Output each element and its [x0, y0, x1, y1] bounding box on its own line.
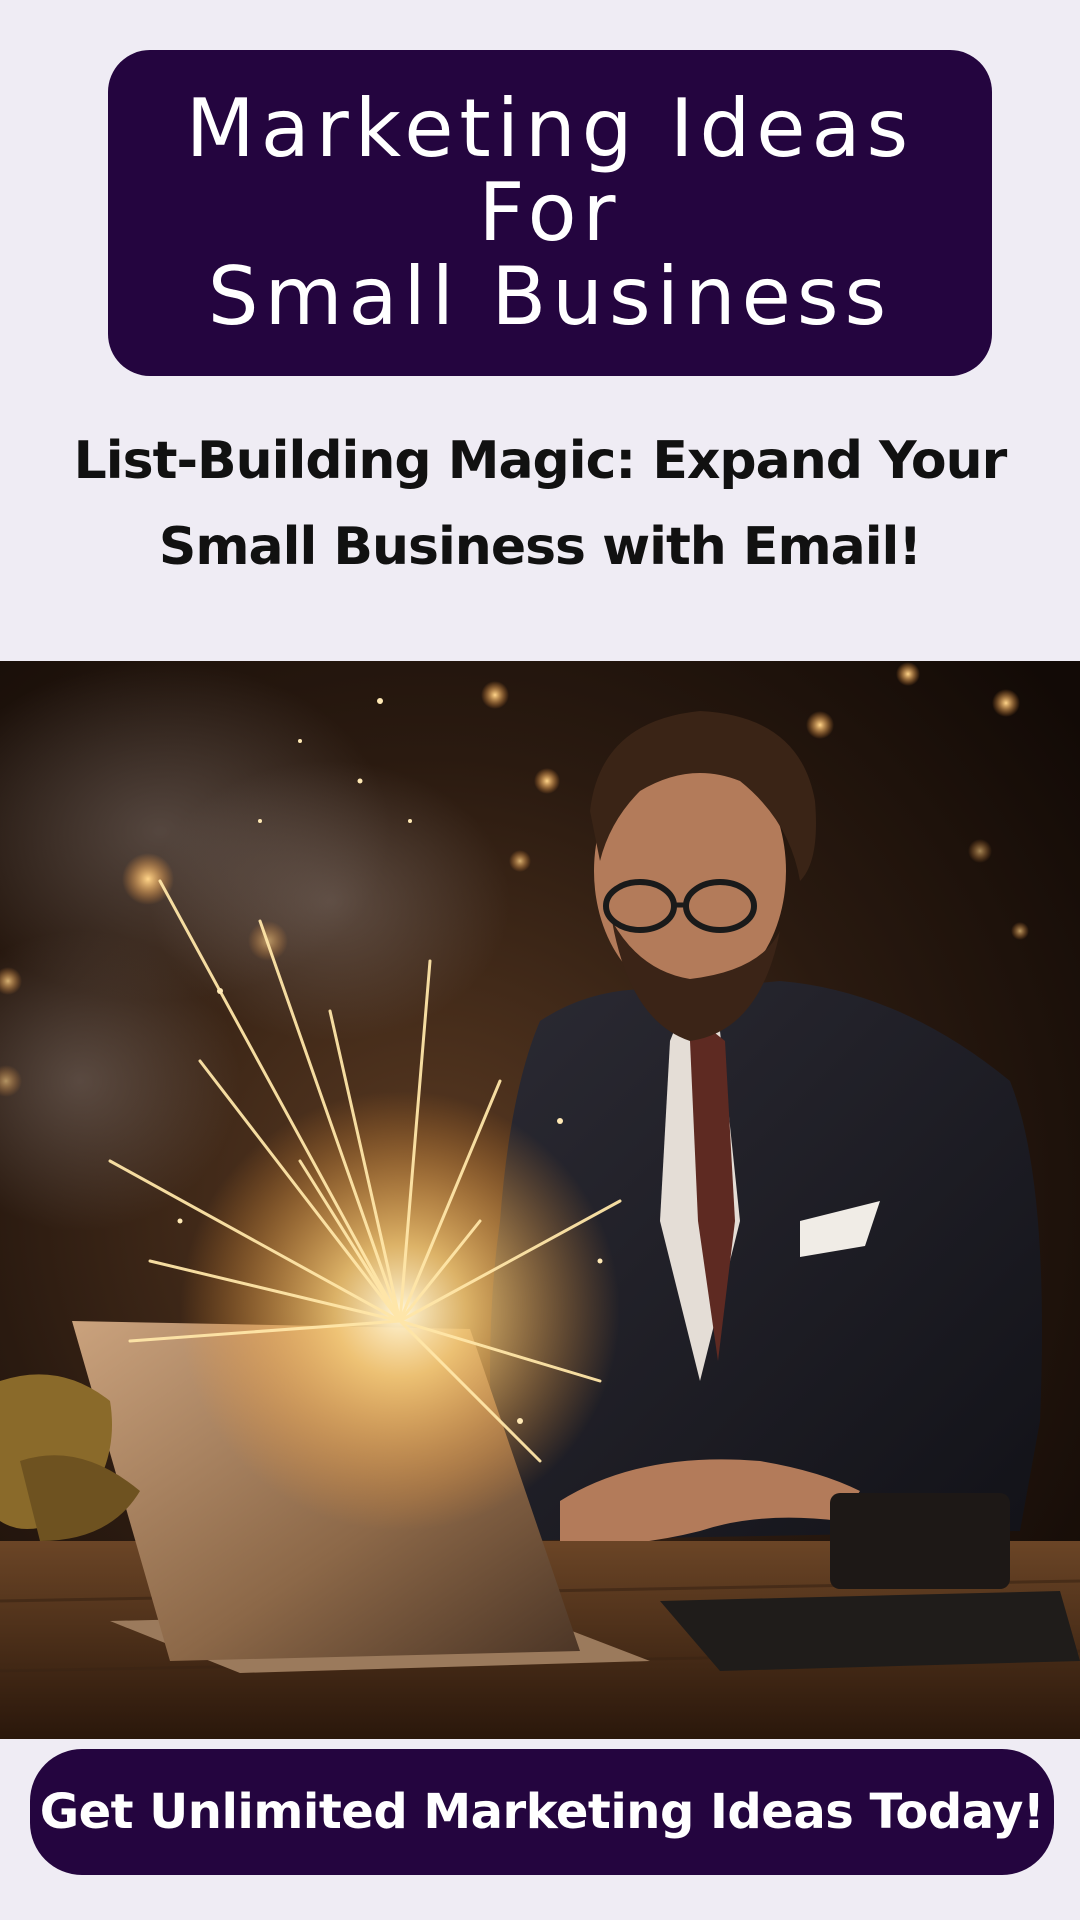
subtitle: List-Building Magic: Expand Your Small B…	[40, 418, 1040, 590]
cta-label: Get Unlimited Marketing Ideas Today!	[39, 1784, 1045, 1840]
title-banner: Marketing Ideas For Small Business	[108, 50, 992, 376]
title-line-2: For	[478, 166, 622, 259]
man-at-laptop-with-sparks-image	[0, 661, 1080, 1739]
subtitle-line-2: Small Business with Email!	[158, 517, 922, 577]
title-line-1: Marketing Ideas	[185, 82, 915, 175]
subtitle-line-1: List-Building Magic: Expand Your	[73, 431, 1008, 491]
hero-image	[0, 661, 1080, 1739]
title-line-3: Small Business	[207, 250, 893, 343]
get-marketing-ideas-button[interactable]: Get Unlimited Marketing Ideas Today!	[30, 1749, 1054, 1875]
